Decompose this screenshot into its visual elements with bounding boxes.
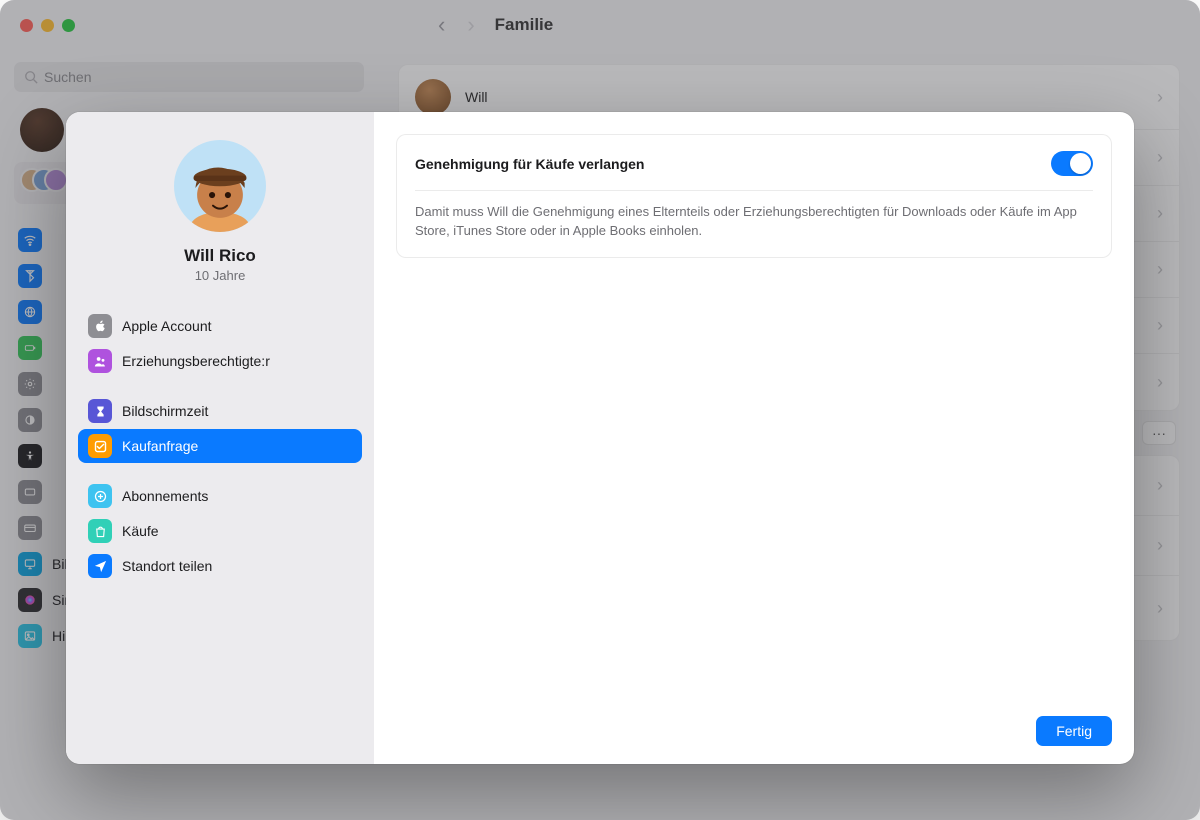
menu-item-location[interactable]: Standort teilen bbox=[78, 549, 362, 583]
sheet-menu: Apple Account Erziehungsberechtigte:r Bild… bbox=[78, 309, 362, 583]
menu-item-apple[interactable]: Apple Account bbox=[78, 309, 362, 343]
member-settings-sheet: Will Rico 10 Jahre Apple Account Erziehun… bbox=[66, 112, 1134, 764]
sheet-footer: Fertig bbox=[396, 702, 1112, 746]
panel-title: Genehmigung für Käufe verlangen bbox=[415, 156, 644, 172]
done-button[interactable]: Fertig bbox=[1036, 716, 1112, 746]
menu-item-guardian[interactable]: Erziehungsberechtigte:r bbox=[78, 344, 362, 378]
apple-icon bbox=[88, 314, 112, 338]
sheet-main: Genehmigung für Käufe verlangen Damit mu… bbox=[374, 112, 1134, 764]
panel-description: Damit muss Will die Genehmigung eines El… bbox=[415, 203, 1093, 241]
plus-circle-icon bbox=[88, 484, 112, 508]
menu-item-label: Abonnements bbox=[122, 488, 208, 504]
guardian-icon bbox=[88, 349, 112, 373]
ask-to-buy-toggle[interactable] bbox=[1051, 151, 1093, 176]
menu-item-bag[interactable]: Käufe bbox=[78, 514, 362, 548]
location-icon bbox=[88, 554, 112, 578]
menu-item-label: Apple Account bbox=[122, 318, 212, 334]
bag-icon bbox=[88, 519, 112, 543]
menu-item-label: Kaufanfrage bbox=[122, 438, 198, 454]
menu-item-cart-check[interactable]: Kaufanfrage bbox=[78, 429, 362, 463]
menu-item-label: Standort teilen bbox=[122, 558, 212, 574]
menu-item-label: Erziehungsberechtigte:r bbox=[122, 353, 270, 369]
cart-check-icon bbox=[88, 434, 112, 458]
sheet-sidebar: Will Rico 10 Jahre Apple Account Erziehun… bbox=[66, 112, 374, 764]
menu-item-label: Bildschirmzeit bbox=[122, 403, 208, 419]
hourglass-icon bbox=[88, 399, 112, 423]
ask-to-buy-panel: Genehmigung für Käufe verlangen Damit mu… bbox=[396, 134, 1112, 258]
menu-item-hourglass[interactable]: Bildschirmzeit bbox=[78, 394, 362, 428]
menu-item-label: Käufe bbox=[122, 523, 159, 539]
profile-header: Will Rico 10 Jahre bbox=[78, 134, 362, 301]
divider bbox=[415, 190, 1093, 191]
profile-name: Will Rico bbox=[184, 246, 256, 266]
avatar bbox=[174, 140, 266, 232]
menu-item-plus-circle[interactable]: Abonnements bbox=[78, 479, 362, 513]
profile-subtitle: 10 Jahre bbox=[195, 268, 246, 283]
